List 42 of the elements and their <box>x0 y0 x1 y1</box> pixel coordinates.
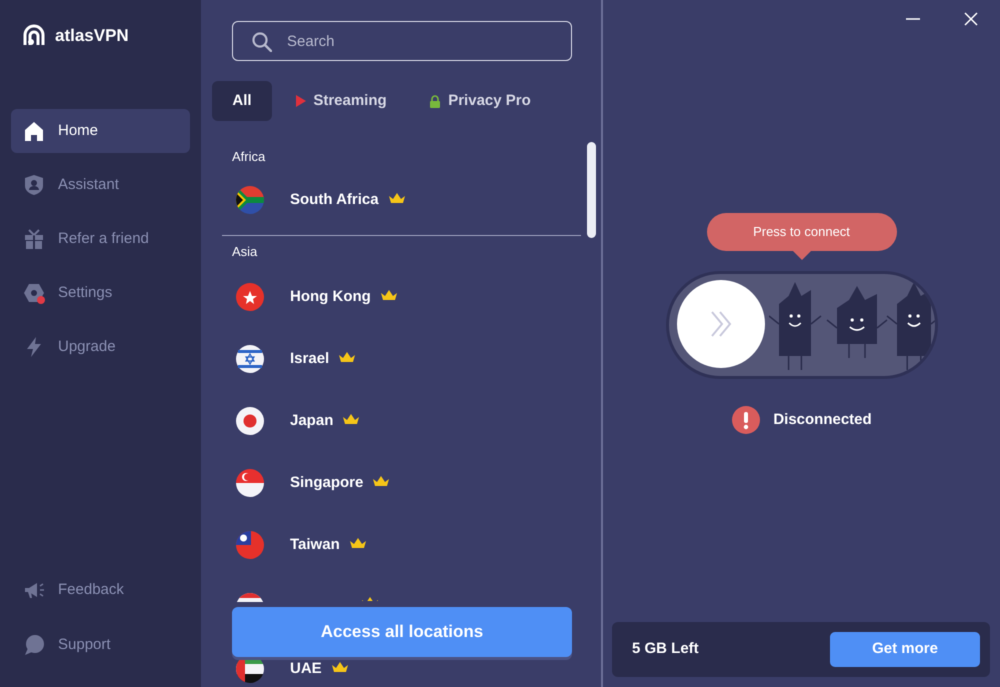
flag-icon <box>236 593 264 602</box>
flag-icon <box>236 345 264 373</box>
connection-status: Disconnected <box>773 410 872 430</box>
close-icon <box>964 12 978 26</box>
chat-bubble-icon <box>22 633 46 657</box>
data-remaining: 5 GB Left <box>632 639 699 660</box>
nav-item[interactable]: Upgrade <box>11 325 190 369</box>
flag-icon <box>236 407 264 435</box>
shield-user-icon <box>22 173 46 197</box>
nav-item[interactable]: Refer a friend <box>11 217 190 261</box>
location-name[interactable]: Singapore <box>290 472 364 494</box>
flag-icon <box>236 469 264 497</box>
flag-icon <box>236 283 264 311</box>
location-name[interactable]: Israel <box>290 348 330 370</box>
play-icon <box>295 95 306 107</box>
tooltip-pointer-icon <box>792 250 812 260</box>
location-name[interactable]: South Africa <box>290 188 379 212</box>
location-name[interactable]: Japan <box>290 410 334 432</box>
region-heading: Asia <box>231 243 258 262</box>
filter-tab[interactable]: Streaming <box>274 81 408 121</box>
location-name[interactable]: Hong Kong <box>290 286 371 308</box>
flag-icon <box>236 531 264 559</box>
location-name[interactable]: UAE <box>290 658 322 680</box>
filter-tab[interactable]: All <box>212 81 272 121</box>
flag-icon <box>236 186 264 214</box>
gift-icon <box>22 227 46 251</box>
nav-item[interactable]: Home <box>11 109 190 153</box>
brand-name: atlasVPN <box>55 25 129 48</box>
warning-icon <box>731 405 762 435</box>
lock-icon <box>429 94 442 108</box>
nav-item[interactable]: Feedback <box>11 568 190 612</box>
nav-item[interactable]: Settings <box>11 271 190 315</box>
filter-tab[interactable]: Privacy Pro <box>410 81 550 121</box>
location-name[interactable]: Taiwan <box>290 534 340 556</box>
search-icon <box>251 31 272 52</box>
chevrons-icon <box>710 310 732 338</box>
search-field[interactable]: Search <box>232 21 572 61</box>
nav-item[interactable]: Support <box>11 623 190 667</box>
region-heading: Africa <box>231 148 266 166</box>
scrollbar-thumb[interactable] <box>587 142 596 238</box>
home-icon <box>22 119 46 143</box>
nav-item[interactable]: Assistant <box>11 163 190 207</box>
